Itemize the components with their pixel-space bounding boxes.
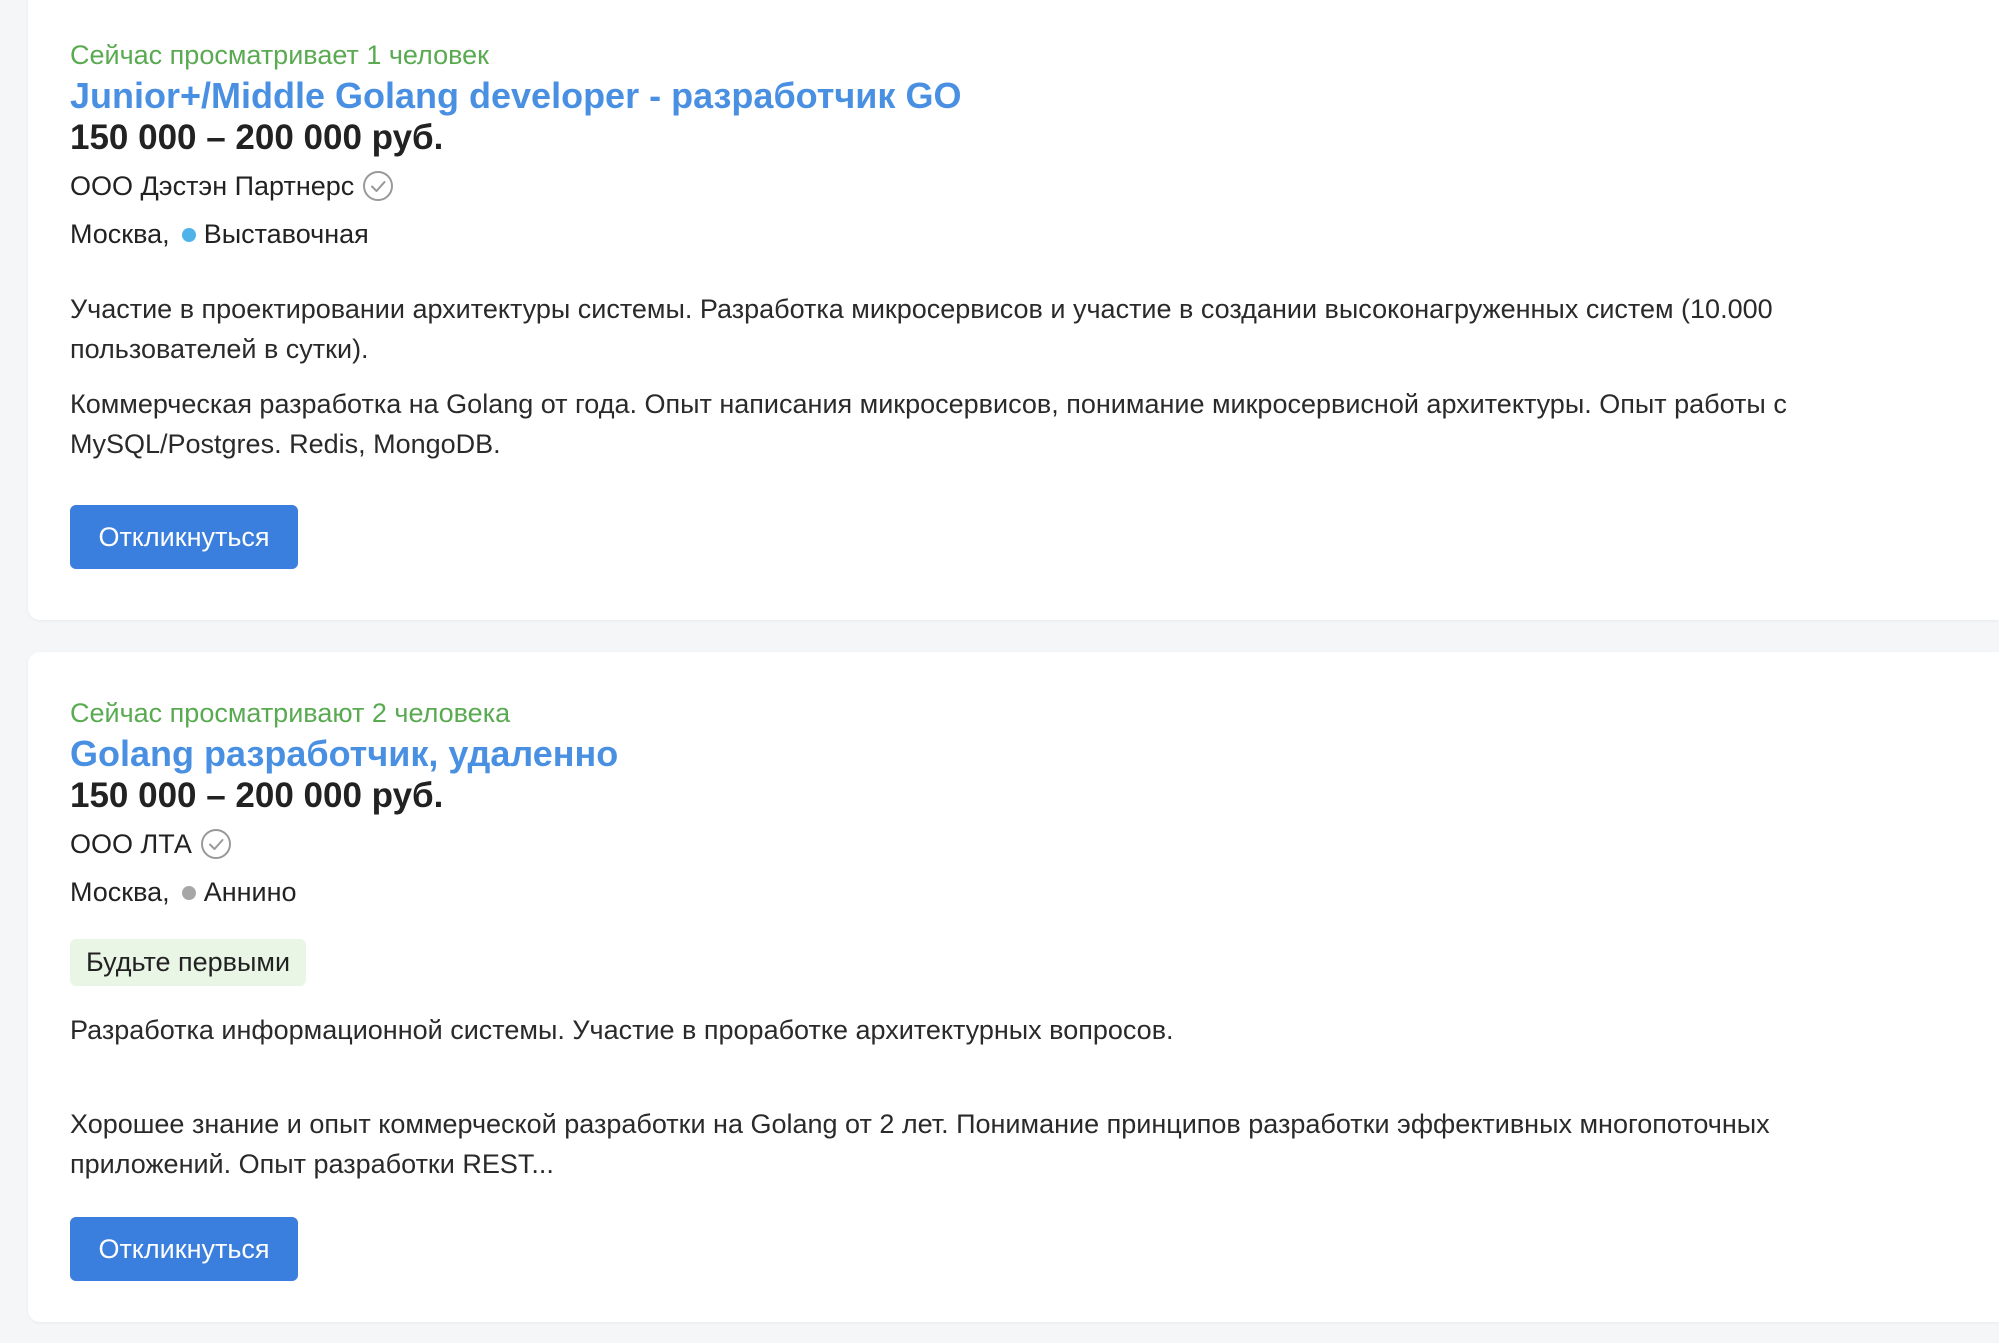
city: Москва, [70, 877, 170, 907]
respond-button[interactable]: Откликнуться [70, 1217, 298, 1281]
vacancy-responsibility: Участие в проектировании архитектуры сис… [70, 294, 1773, 364]
vacancy-salary: 150 000 – 200 000 руб. [70, 118, 444, 157]
company-row: ООО Дэстэн Партнерс [70, 170, 394, 202]
metro-station: Аннино [203, 877, 297, 907]
metro-line-dot [181, 885, 196, 900]
vacancy-requirement: Хорошее знание и опыт коммерческой разра… [70, 1109, 1770, 1179]
vacancy-title-link[interactable]: Golang разработчик, удаленно [70, 736, 618, 772]
vacancy-list: Сейчас просматривает 1 человек Junior+/M… [0, 0, 1999, 1343]
be-first-badge: Будьте первыми [70, 939, 307, 986]
location-row: Москва, Выставочная [70, 221, 369, 248]
city: Москва, [70, 219, 170, 249]
check-circle-icon [200, 829, 231, 859]
company-name-link[interactable]: ООО ЛТА [70, 830, 192, 858]
vacancy-responsibility: Разработка информационной системы. Участ… [70, 1015, 1174, 1045]
respond-button[interactable]: Откликнуться [70, 505, 298, 569]
vacancy-card: Сейчас просматривают 2 человека Golang р… [28, 652, 1999, 1322]
location-row: Москва, Аннино [70, 879, 297, 906]
company-name-link[interactable]: ООО Дэстэн Партнерс [70, 172, 354, 200]
vacancy-title-link[interactable]: Junior+/Middle Golang developer - разраб… [70, 78, 961, 114]
vacancy-requirement: Коммерческая разработка на Golang от год… [70, 389, 1787, 459]
check-circle-icon [363, 171, 394, 201]
vacancy-salary: 150 000 – 200 000 руб. [70, 776, 444, 815]
metro-station: Выставочная [203, 219, 369, 249]
company-row: ООО ЛТА [70, 828, 232, 860]
vacancy-card: Сейчас просматривает 1 человек Junior+/M… [28, 0, 1999, 620]
viewers-count: Сейчас просматривают 2 человека [70, 698, 511, 728]
metro-line-dot [181, 227, 196, 242]
viewers-count: Сейчас просматривает 1 человек [70, 40, 489, 70]
